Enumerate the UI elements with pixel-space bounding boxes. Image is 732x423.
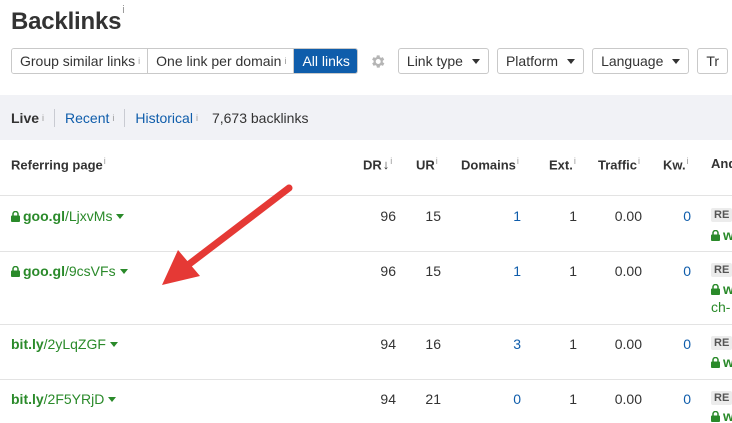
annotation-arrow-icon [162, 184, 293, 285]
